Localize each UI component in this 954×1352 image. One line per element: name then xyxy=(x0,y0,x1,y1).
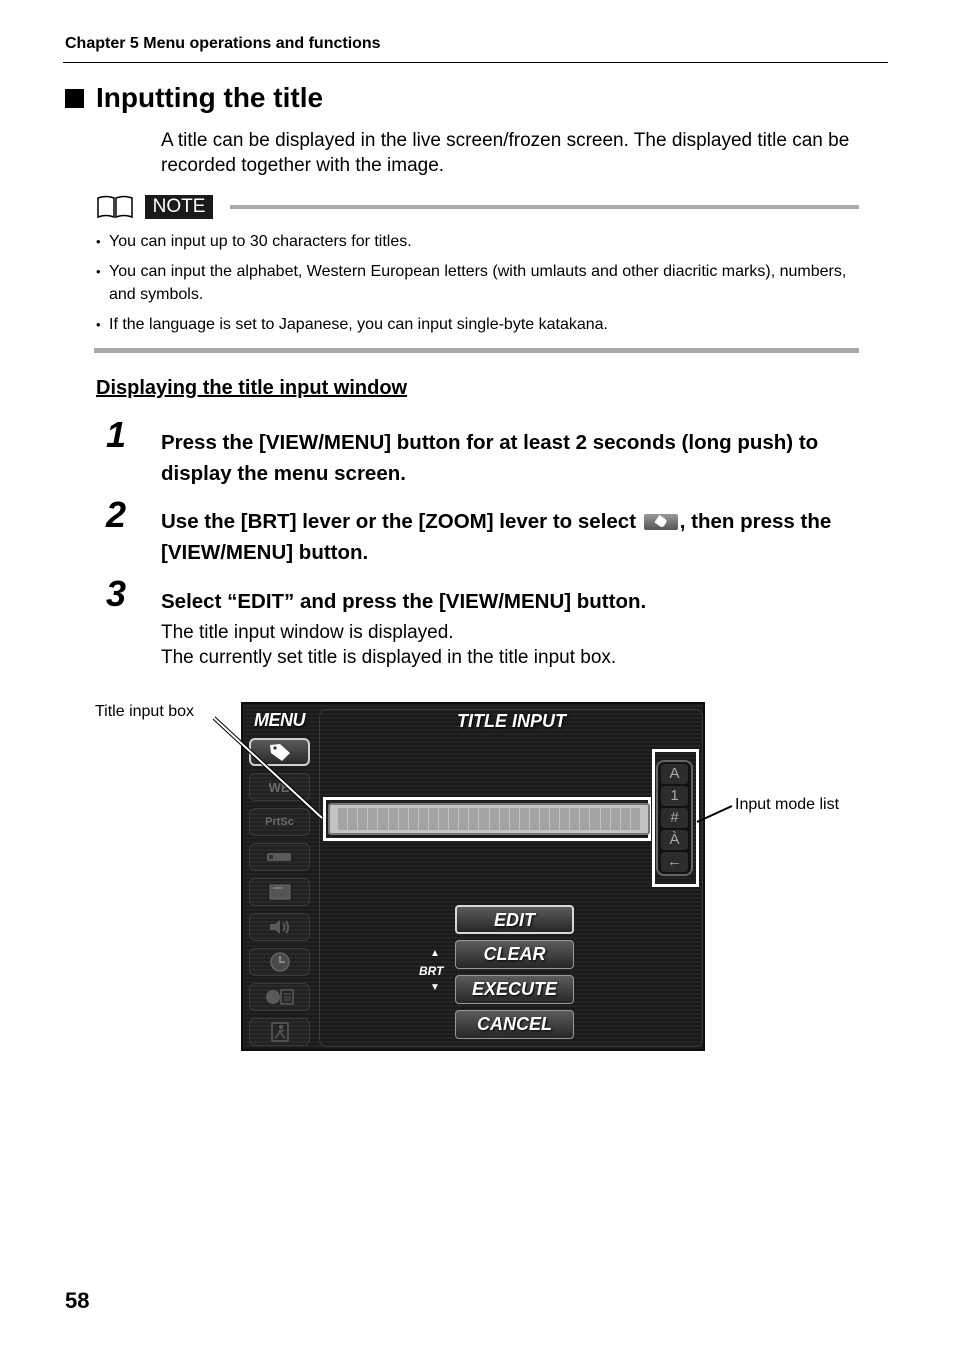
character-cell xyxy=(358,808,368,830)
character-cell xyxy=(479,808,489,830)
character-cell xyxy=(348,808,358,830)
character-cell xyxy=(560,808,570,830)
character-cell xyxy=(428,808,439,830)
display-icon xyxy=(269,884,290,900)
tag-icon xyxy=(643,514,678,530)
side-menu-language[interactable] xyxy=(249,983,310,1011)
side-menu-wb[interactable]: WB xyxy=(249,773,310,801)
mode-numbers[interactable]: 1 xyxy=(661,786,688,806)
note-divider-top xyxy=(230,205,859,209)
side-menu-usb[interactable] xyxy=(249,843,310,871)
character-cell xyxy=(590,808,600,830)
subsection-title: Displaying the title input window xyxy=(96,377,408,399)
character-cell xyxy=(418,808,428,830)
edit-button[interactable]: EDIT xyxy=(455,905,574,934)
exit-icon xyxy=(270,1022,289,1042)
chapter-header: Chapter 5 Menu operations and functions xyxy=(65,35,381,52)
brt-label: BRT xyxy=(419,964,444,978)
character-cell xyxy=(610,808,620,830)
character-cell xyxy=(630,808,640,830)
prtsc-icon: PrtSc xyxy=(265,816,294,828)
note-badge: NOTE xyxy=(145,195,213,219)
title-input-box[interactable] xyxy=(328,803,650,835)
character-cell xyxy=(439,808,449,830)
section-bullet-icon xyxy=(65,88,84,108)
callout-title-input-box: Title input box xyxy=(95,703,195,720)
header-rule xyxy=(63,62,888,63)
side-menu-display[interactable] xyxy=(249,878,310,906)
character-cell xyxy=(499,808,509,830)
brt-down-icon: ▼ xyxy=(430,982,440,993)
character-cell xyxy=(459,808,469,830)
note-item: You can input up to 30 characters for ti… xyxy=(96,230,876,253)
character-cell xyxy=(408,808,418,830)
side-menu-sound[interactable] xyxy=(249,913,310,941)
brt-up-icon: ▲ xyxy=(430,948,440,959)
note-item: If the language is set to Japanese, you … xyxy=(96,313,876,336)
language-icon xyxy=(265,989,294,1005)
character-cell xyxy=(600,808,610,830)
character-cell xyxy=(550,808,560,830)
mode-symbols[interactable]: # xyxy=(661,808,688,828)
character-cell xyxy=(489,808,499,830)
step-detail: The currently set title is displayed in … xyxy=(161,647,617,668)
mode-uppercase[interactable]: A xyxy=(661,764,688,784)
menu-label: MENU xyxy=(254,710,306,730)
usb-drive-icon xyxy=(266,853,291,861)
tag-icon xyxy=(269,744,290,761)
character-cell xyxy=(388,808,398,830)
step-text: Use the [BRT] lever or the [ZOOM] lever … xyxy=(161,506,891,568)
input-mode-list: A 1 # À ← xyxy=(656,760,693,876)
mode-accented[interactable]: À xyxy=(661,830,688,850)
side-menu-prtsc[interactable]: PrtSc xyxy=(249,808,310,836)
character-cell xyxy=(570,808,580,830)
character-cell xyxy=(378,808,388,830)
execute-button[interactable]: EXECUTE xyxy=(455,975,574,1004)
character-cell xyxy=(509,808,519,830)
section-title: Inputting the title xyxy=(65,82,323,114)
side-menu-exit[interactable] xyxy=(249,1018,310,1046)
callout-leader-lines xyxy=(212,716,733,823)
clear-button[interactable]: CLEAR xyxy=(455,940,574,969)
note-item: You can input the alphabet, Western Euro… xyxy=(96,260,876,306)
page-number: 58 xyxy=(65,1288,90,1313)
step-text-before: Use the [BRT] lever or the [ZOOM] lever … xyxy=(161,510,642,533)
speaker-icon xyxy=(269,920,289,934)
callout-input-mode-list: Input mode list xyxy=(735,796,840,813)
section-title-text: Inputting the title xyxy=(96,82,324,113)
intro-paragraph: A title can be displayed in the live scr… xyxy=(161,130,850,176)
mode-back-icon[interactable]: ← xyxy=(661,852,688,872)
step-number: 1 xyxy=(106,414,127,455)
cancel-button[interactable]: CANCEL xyxy=(455,1010,574,1039)
character-cell xyxy=(580,808,590,830)
character-cell xyxy=(449,808,459,830)
character-cell xyxy=(519,808,529,830)
title-input-screen: MENU WB PrtSc TITLE INPUT A 1 # À ← EDIT… xyxy=(241,702,705,1051)
side-menu-title[interactable] xyxy=(249,738,310,766)
side-menu-clock[interactable] xyxy=(249,948,310,976)
character-cell xyxy=(469,808,479,830)
note-list: You can input up to 30 characters for ti… xyxy=(96,230,876,343)
note-divider-bottom xyxy=(94,348,859,353)
clock-icon xyxy=(269,952,290,972)
wb-icon: WB xyxy=(268,779,291,795)
character-cell xyxy=(529,808,539,830)
book-icon xyxy=(97,195,133,219)
step-number: 3 xyxy=(106,573,127,614)
character-cell xyxy=(539,808,550,830)
character-cell xyxy=(368,808,378,830)
step-number: 2 xyxy=(106,494,127,535)
step-text: Press the [VIEW/MENU] button for at leas… xyxy=(161,431,819,485)
character-cell xyxy=(398,808,408,830)
panel-title: TITLE INPUT xyxy=(457,711,566,731)
step-detail: The title input window is displayed. xyxy=(161,622,454,643)
character-cell xyxy=(338,808,348,830)
step-text: Select “EDIT” and press the [VIEW/MENU] … xyxy=(161,590,647,613)
character-cell xyxy=(620,808,630,830)
